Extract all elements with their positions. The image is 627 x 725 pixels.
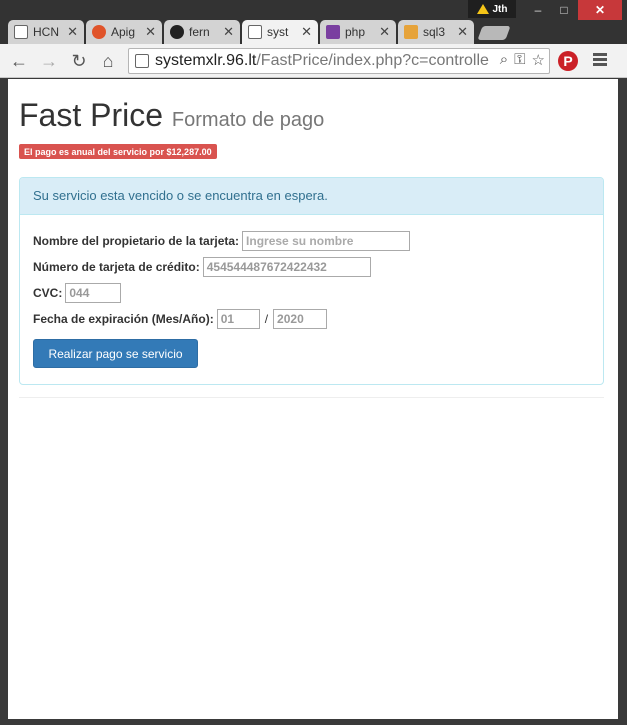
tab-label: sql3 xyxy=(423,25,446,39)
close-tab-icon[interactable]: ✕ xyxy=(223,24,234,40)
page-viewport: Fast Price Formato de pago El pago es an… xyxy=(8,79,618,719)
page-title: Fast Price Formato de pago xyxy=(19,97,324,134)
card-row: Número de tarjeta de crédito: 4545444876… xyxy=(33,255,590,279)
divider xyxy=(19,397,604,398)
expiry-year-input[interactable]: 2020 xyxy=(273,309,328,329)
submit-payment-button[interactable]: Realizar pago se servicio xyxy=(33,339,198,368)
document-icon xyxy=(14,25,28,39)
close-tab-icon[interactable]: ✕ xyxy=(145,24,156,40)
key-icon[interactable]: ⚿ xyxy=(514,51,525,69)
tab-php[interactable]: php ✕ xyxy=(320,20,396,44)
cvc-input[interactable]: 044 xyxy=(65,283,122,303)
tab-apigee[interactable]: Apig ✕ xyxy=(86,20,162,44)
payment-panel: Su servicio esta vencido o se encuentra … xyxy=(19,177,604,385)
browser-toolbar: ← → ↻ ⌂ systemxlr.96.lt/FastPrice/index.… xyxy=(0,44,627,78)
apigee-icon xyxy=(92,25,106,39)
payment-form: Nombre del propietario de la tarjeta: In… xyxy=(20,215,603,382)
tab-label: Apig xyxy=(111,25,136,39)
minimize-button[interactable]: – xyxy=(526,0,550,20)
tab-label: fern xyxy=(189,25,210,39)
forward-arrow-icon[interactable]: → xyxy=(38,50,60,72)
omnibox-actions: ⌕ ⚿ ☆ xyxy=(496,51,545,69)
tab-github[interactable]: fern ✕ xyxy=(164,20,240,44)
tab-label: syst xyxy=(267,25,289,39)
page-icon xyxy=(135,54,149,68)
page-title-text: Fast Price xyxy=(19,97,164,133)
url-host: systemxlr.96.lt xyxy=(155,52,257,69)
close-window-button[interactable]: ✕ xyxy=(578,0,622,20)
tab-sql[interactable]: sql3 ✕ xyxy=(398,20,474,44)
page-subtitle: Formato de pago xyxy=(171,109,325,131)
price-badge: El pago es anual del servicio por $12,28… xyxy=(19,144,217,159)
new-tab-button[interactable] xyxy=(477,26,511,40)
owner-name-input[interactable]: Ingrese su nombre xyxy=(242,231,411,251)
maximize-button[interactable]: □ xyxy=(552,0,576,20)
profile-name: Jth xyxy=(492,3,508,15)
tab-label: php xyxy=(345,25,366,39)
reload-icon[interactable]: ↻ xyxy=(68,50,90,72)
cvc-label: CVC: xyxy=(33,286,63,300)
expiry-label: Fecha de expiración (Mes/Año): xyxy=(33,312,214,326)
warning-icon xyxy=(476,4,489,14)
address-bar[interactable]: systemxlr.96.lt/FastPrice/index.php?c=co… xyxy=(128,48,550,74)
close-tab-icon[interactable]: ✕ xyxy=(301,24,312,40)
document-icon xyxy=(248,25,262,39)
profile-badge[interactable]: Jth xyxy=(468,0,516,18)
php-icon xyxy=(326,25,340,39)
expiry-month-input[interactable]: 01 xyxy=(216,309,260,329)
owner-label: Nombre del propietario de la tarjeta: xyxy=(33,234,240,248)
expiry-separator: / xyxy=(264,312,269,326)
home-icon[interactable]: ⌂ xyxy=(97,50,119,72)
url-path: /FastPrice/index.php?c=controlle xyxy=(256,52,489,69)
owner-row: Nombre del propietario de la tarjeta: In… xyxy=(33,229,590,253)
tab-hcn[interactable]: HCN ✕ xyxy=(8,20,84,44)
card-number-label: Número de tarjeta de crédito: xyxy=(33,260,200,274)
window-titlebar: Jth – □ ✕ HCN ✕ Apig ✕ fern ✕ syst ✕ php… xyxy=(0,0,627,44)
tab-label: HCN xyxy=(33,25,59,39)
cvc-row: CVC: 044 xyxy=(33,281,590,305)
tab-systemxlr[interactable]: syst ✕ xyxy=(242,20,318,44)
status-alert: Su servicio esta vencido o se encuentra … xyxy=(20,178,603,215)
card-number-input[interactable]: 454544487672422432 xyxy=(202,257,371,277)
close-tab-icon[interactable]: ✕ xyxy=(67,24,78,40)
expiry-row: Fecha de expiración (Mes/Año): 01 / 2020 xyxy=(33,307,590,331)
tab-strip: HCN ✕ Apig ✕ fern ✕ syst ✕ php ✕ sql3 ✕ xyxy=(8,20,511,44)
github-icon xyxy=(170,25,184,39)
bookmark-star-icon[interactable]: ☆ xyxy=(532,51,545,69)
close-tab-icon[interactable]: ✕ xyxy=(379,24,390,40)
phpmyadmin-icon xyxy=(404,25,418,39)
back-arrow-icon[interactable]: ← xyxy=(8,50,30,72)
close-tab-icon[interactable]: ✕ xyxy=(457,24,468,40)
search-icon[interactable]: ⌕ xyxy=(500,51,508,69)
pinterest-icon[interactable]: P xyxy=(558,51,578,71)
menu-icon[interactable] xyxy=(593,53,607,68)
